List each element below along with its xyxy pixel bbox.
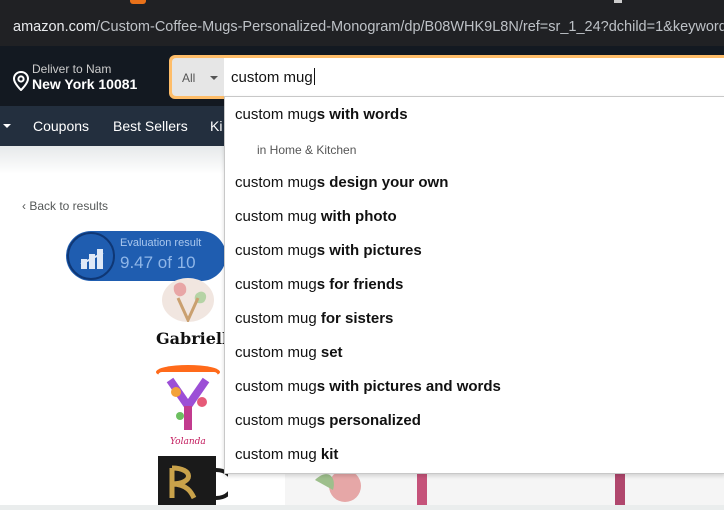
suggestion-completion: with photo <box>316 208 397 225</box>
thumbnail-black-mug[interactable] <box>148 456 228 505</box>
deliver-label: Deliver to Nam <box>32 62 112 76</box>
suggestion-prefix: custom mug <box>235 446 317 463</box>
search-input-value: custom mug <box>231 68 315 86</box>
url-path: /Custom-Coffee-Mugs-Personalized-Monogra… <box>96 19 724 35</box>
suggestion-item[interactable]: custom mug kit <box>235 446 338 463</box>
bar-chart-icon <box>80 249 104 269</box>
suggestion-completion: s with words <box>316 106 408 123</box>
search-suggestions-dropdown: custom mugs with words in Home & Kitchen c… <box>224 96 724 474</box>
thumb-name: Yolanda <box>170 437 206 447</box>
thumb-name: Gabriella <box>156 329 228 348</box>
suggestion-prefix: custom mug <box>235 344 317 361</box>
suggestion-prefix: custom mug <box>235 310 317 327</box>
chevron-down-icon <box>210 76 218 80</box>
suggestion-completion: for sisters <box>316 310 394 327</box>
suggestion-prefix: custom mug <box>235 174 317 191</box>
nav-item-truncated[interactable]: Ki <box>210 118 222 134</box>
suggestion-item[interactable]: custom mugs for friends <box>235 276 403 293</box>
search-category-dropdown[interactable]: All <box>172 58 225 96</box>
suggestion-completion: s with pictures and words <box>316 378 501 395</box>
thumbnail-yolanda[interactable]: Yolanda <box>148 364 228 450</box>
url-host: amazon.com <box>13 19 97 35</box>
suggestion-item[interactable]: custom mugs personalized <box>235 412 421 429</box>
suggestion-completion: kit <box>316 446 339 463</box>
evaluation-badge[interactable]: Evaluation result 9.47 of 10 <box>66 231 226 281</box>
search-category-label: All <box>182 71 196 85</box>
search-bar: All custom mug <box>169 55 724 99</box>
evaluation-circle <box>67 232 115 280</box>
suggestion-item[interactable]: custom mug set <box>235 344 343 361</box>
suggestion-prefix: custom mug <box>235 412 317 429</box>
product-thumbnails: Gabriella Yolanda <box>148 278 228 505</box>
suggestion-item[interactable]: custom mugs with pictures and words <box>235 378 501 395</box>
suggestion-completion: set <box>316 344 343 361</box>
menu-caret-icon[interactable] <box>3 124 11 128</box>
browser-tab-strip <box>0 0 724 8</box>
address-bar[interactable]: amazon.com/Custom-Coffee-Mugs-Personaliz… <box>0 8 724 46</box>
suggestion-item[interactable]: custom mugs design your own <box>235 174 448 191</box>
url-text: amazon.com/Custom-Coffee-Mugs-Personaliz… <box>13 8 724 46</box>
mug-image <box>158 456 228 505</box>
evaluation-score: 9.47 of 10 <box>120 253 196 272</box>
suggestion-prefix: custom mug <box>235 106 317 123</box>
search-input[interactable]: custom mug <box>224 58 724 96</box>
suggestion-item[interactable]: custom mugs with words <box>235 106 408 123</box>
evaluation-label: Evaluation result <box>120 237 202 249</box>
mug-image: Gabriella <box>154 278 228 350</box>
suggestion-prefix: custom mug <box>235 242 317 259</box>
suggestion-department[interactable]: in Home & Kitchen <box>257 143 356 157</box>
tab-fragment[interactable] <box>614 0 622 3</box>
suggestion-completion: s with pictures <box>316 242 422 259</box>
text-cursor <box>313 68 315 85</box>
suggestion-prefix: custom mug <box>235 378 317 395</box>
suggestion-completion: s personalized <box>316 412 421 429</box>
location-pin-icon <box>12 71 30 91</box>
nav-item-coupons[interactable]: Coupons <box>33 118 89 134</box>
suggestion-prefix: custom mug <box>235 208 317 225</box>
suggestion-item[interactable]: custom mugs with pictures <box>235 242 422 259</box>
suggestion-prefix: custom mug <box>235 276 317 293</box>
deliver-location: New York 10081 <box>32 76 138 92</box>
suggestion-completion: s design your own <box>316 174 449 191</box>
thumbnail-gabriella[interactable]: Gabriella <box>148 278 228 353</box>
back-to-results-link[interactable]: ‹ Back to results <box>22 199 108 213</box>
suggestion-completion: s for friends <box>316 276 404 293</box>
tab-favicon-fragment[interactable] <box>130 0 146 4</box>
mug-image: Yolanda <box>156 365 220 447</box>
nav-item-best-sellers[interactable]: Best Sellers <box>113 118 188 134</box>
suggestion-item[interactable]: custom mug for sisters <box>235 310 393 327</box>
suggestion-item[interactable]: custom mug with photo <box>235 208 397 225</box>
